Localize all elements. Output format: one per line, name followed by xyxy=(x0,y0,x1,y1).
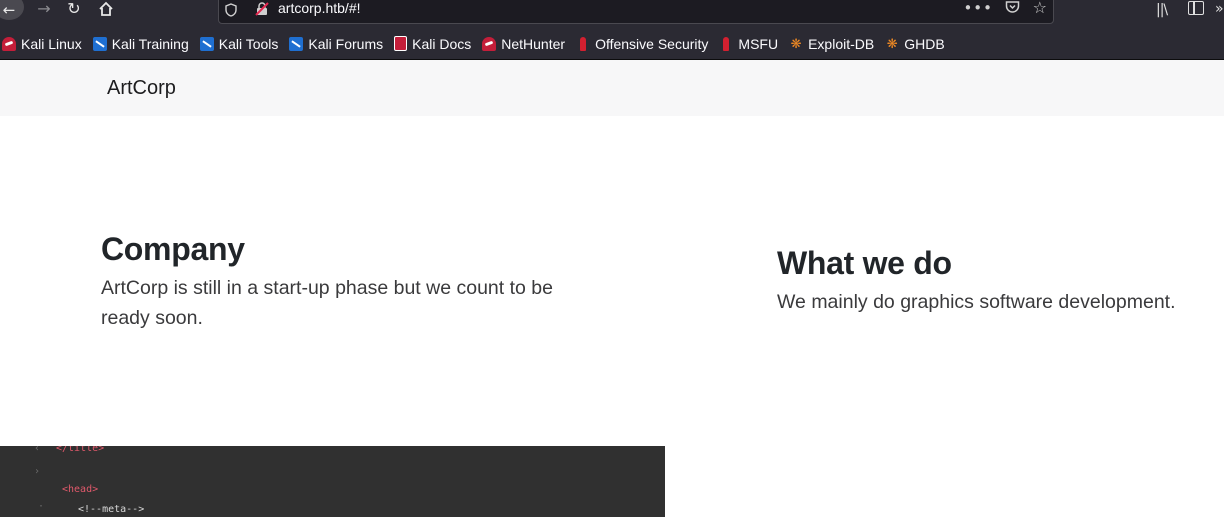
kali-forums-icon xyxy=(289,36,304,51)
bookmark-msfu[interactable]: MSFU xyxy=(719,28,778,59)
tracking-shield-icon[interactable] xyxy=(225,3,237,20)
kali-tools-icon xyxy=(199,36,214,51)
star-icon[interactable]: ☆ xyxy=(1033,0,1047,17)
msfu-icon xyxy=(719,36,733,51)
sidebar-icon[interactable] xyxy=(1188,1,1204,15)
bookmark-nethunter[interactable]: NetHunter xyxy=(482,28,565,59)
code-line: </title> xyxy=(56,446,105,454)
browser-toolbar: ← → ↻ artcorp.htb/#! ••• ☆ ||\ » xyxy=(0,0,1224,28)
company-text: ArtCorp is still in a start-up phase but… xyxy=(101,277,553,329)
site-navbar: ArtCorp xyxy=(0,60,1224,116)
bookmark-exploit-db[interactable]: ❋ Exploit-DB xyxy=(789,28,875,59)
bookmark-label: Kali Linux xyxy=(21,35,82,52)
home-icon[interactable] xyxy=(92,0,120,20)
bookmark-label: Kali Tools xyxy=(218,35,279,52)
offensive-security-icon xyxy=(576,36,590,51)
bookmark-label: Kali Forums xyxy=(308,35,384,52)
bookmark-offensive-security[interactable]: Offensive Security xyxy=(576,28,708,59)
url-text[interactable]: artcorp.htb/#! xyxy=(278,0,361,16)
exploit-db-icon: ❋ xyxy=(790,35,802,51)
code-line: <!--meta--> xyxy=(78,504,145,515)
bookmark-kali-linux[interactable]: Kali Linux xyxy=(2,28,82,59)
pocket-icon[interactable] xyxy=(1005,0,1020,18)
insecure-lock-icon[interactable] xyxy=(255,1,269,16)
forward-arrow-icon[interactable]: → xyxy=(30,0,58,20)
code-line: <head> xyxy=(62,484,99,495)
bookmark-kali-training[interactable]: Kali Training xyxy=(92,28,189,59)
bookmark-kali-docs[interactable]: Kali Docs xyxy=(394,28,471,59)
overflow-menu-icon[interactable]: » xyxy=(1215,1,1224,17)
what-we-do-section: What we do We mainly do graphics softwar… xyxy=(777,243,1197,317)
what-we-do-text: We mainly do graphics software developme… xyxy=(777,291,1176,313)
what-we-do-heading: What we do xyxy=(777,245,952,281)
code-screenshot-image: ‹ </title> › <head> · <!--meta--> xyxy=(0,446,665,517)
back-arrow-icon[interactable]: ← xyxy=(0,0,24,20)
bookmark-ghdb[interactable]: ❋ GHDB xyxy=(885,28,945,59)
bookmark-label: Kali Training xyxy=(111,35,189,52)
bookmark-label: MSFU xyxy=(738,35,779,52)
bookmark-label: GHDB xyxy=(904,35,945,52)
site-brand-link[interactable]: ArtCorp xyxy=(107,77,176,100)
company-section: Company ArtCorp is still in a start-up p… xyxy=(101,229,571,333)
company-heading: Company xyxy=(101,231,245,267)
bookmarks-bar: Kali Linux Kali Training Kali Tools Kali… xyxy=(0,28,1224,60)
bookmark-kali-forums[interactable]: Kali Forums xyxy=(289,28,383,59)
kali-linux-icon xyxy=(2,36,16,51)
url-bar[interactable]: artcorp.htb/#! ••• ☆ xyxy=(218,0,1054,24)
more-actions-icon[interactable]: ••• xyxy=(963,0,993,17)
bookmark-label: Offensive Security xyxy=(595,35,709,52)
nethunter-icon xyxy=(482,36,497,51)
kali-docs-icon xyxy=(394,36,408,51)
bookmark-label: Exploit-DB xyxy=(808,35,875,52)
library-icon[interactable]: ||\ xyxy=(1156,2,1168,18)
bookmark-label: Kali Docs xyxy=(412,35,472,52)
reload-icon[interactable]: ↻ xyxy=(60,0,88,20)
bookmark-label: NetHunter xyxy=(501,35,566,52)
ghdb-icon: ❋ xyxy=(886,35,898,51)
kali-training-icon xyxy=(92,36,107,51)
bookmark-kali-tools[interactable]: Kali Tools xyxy=(199,28,279,59)
